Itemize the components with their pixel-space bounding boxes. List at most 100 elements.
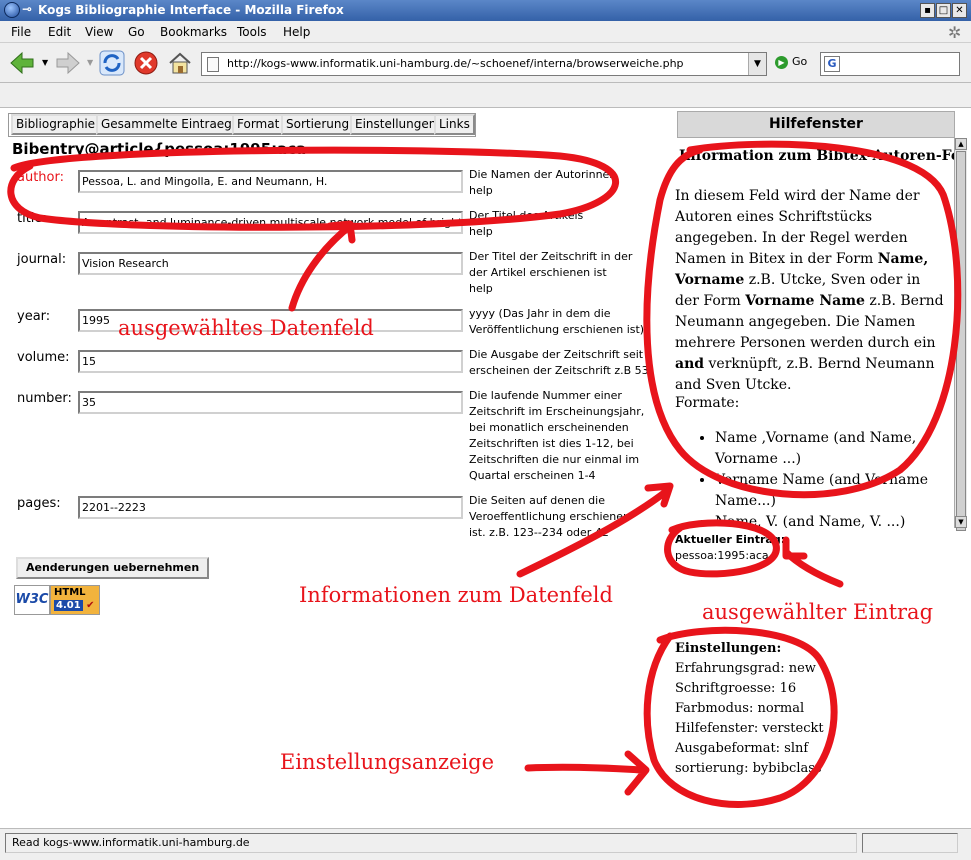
tab-gesammelte-eintraege[interactable]: Gesammelte Eintraege: [96, 114, 245, 135]
annotation-selected-field: ausgewähltes Datenfeld: [118, 316, 374, 340]
current-entry-label: Aktueller Eintrag: [675, 533, 781, 546]
navigation-toolbar: ▼ ▼ http://kogs-www.informatik.uni-hambu…: [0, 43, 971, 83]
stop-icon[interactable]: [133, 50, 159, 76]
menu-bar: File Edit View Go Bookmarks Tools Help ✲: [0, 21, 971, 43]
progress-panel: [862, 833, 958, 853]
firefox-icon: [4, 2, 20, 18]
menu-view[interactable]: View: [85, 25, 113, 39]
url-dropdown-icon[interactable]: ▼: [748, 53, 766, 75]
journal-help-link[interactable]: help: [469, 282, 493, 295]
setting-line: Farbmodus: normal: [675, 701, 805, 716]
author-help-link[interactable]: help: [469, 184, 493, 197]
arrow-to-settings: [524, 750, 650, 796]
forward-dropdown-icon[interactable]: ▼: [87, 58, 93, 67]
help-scrollbar[interactable]: ▲ ▼: [954, 138, 967, 531]
annotation-field-info: Informationen zum Datenfeld: [299, 583, 613, 607]
arrow-to-current-entry: [782, 536, 844, 588]
reload-icon[interactable]: [99, 50, 125, 76]
go-button[interactable]: ▶ Go: [775, 55, 807, 69]
author-help-text: Die Namen der Autorinnen: [469, 168, 617, 181]
title-help-link[interactable]: help: [469, 225, 493, 238]
pin-icon[interactable]: ⊸: [22, 2, 32, 16]
volume-help: Die Ausgabe der Zeitschrift seit erschei…: [469, 348, 649, 377]
page-icon: [207, 57, 219, 72]
w3c-logo: W3C: [14, 585, 50, 615]
help-panel-header: Hilfefenster: [677, 111, 955, 138]
annotation-settings-display: Einstellungsanzeige: [280, 750, 495, 774]
close-button[interactable]: ✕: [952, 3, 967, 18]
title-help-text: Der Titel des Artikels: [469, 209, 584, 222]
menu-go[interactable]: Go: [128, 25, 145, 39]
menu-bookmarks[interactable]: Bookmarks: [160, 25, 227, 39]
number-help: Die laufende Nummer einer Zeitschrift im…: [469, 389, 645, 482]
format-item: Vorname Name (and Vorname Name...): [715, 470, 945, 512]
menu-file[interactable]: File: [11, 25, 31, 39]
current-entry: Aktueller Eintrag: pessoa:1995:aca: [675, 533, 786, 562]
search-box[interactable]: G: [820, 52, 960, 76]
window-titlebar: ⊸ Kogs Bibliographie Interface - Mozilla…: [0, 0, 971, 21]
tab-links[interactable]: Links: [434, 114, 475, 135]
pages-label: pages:: [17, 496, 61, 511]
menu-help[interactable]: Help: [283, 25, 310, 39]
volume-input[interactable]: 15: [78, 350, 463, 373]
year-help: yyyy (Das Jahr in dem die Veröffentlichu…: [469, 307, 645, 336]
maximize-button[interactable]: □: [936, 3, 951, 18]
back-arrow-icon[interactable]: [9, 50, 35, 76]
apply-changes-button[interactable]: Aenderungen uebernehmen: [16, 557, 210, 579]
pages-input[interactable]: 2201--2223: [78, 496, 463, 519]
help-title: Information zum Bibtex-Autoren-Feld: [679, 148, 955, 164]
home-icon[interactable]: [167, 50, 193, 76]
window-title: Kogs Bibliographie Interface - Mozilla F…: [38, 3, 344, 17]
help-text-6: and: [675, 356, 705, 372]
forward-arrow-icon[interactable]: [55, 50, 81, 76]
tab-bibliographie[interactable]: Bibliographie: [11, 114, 101, 135]
settings-label: Einstellungen: [675, 641, 777, 656]
format-item: Name ,Vorname (and Name, Vorname ...): [715, 428, 945, 470]
scroll-thumb[interactable]: [956, 151, 966, 531]
go-label: Go: [792, 55, 808, 68]
status-bar: Read kogs-www.informatik.uni-hamburg.de: [0, 828, 971, 860]
formats-label: Formate:: [675, 395, 740, 411]
search-engine-icon[interactable]: G: [824, 56, 840, 72]
journal-input[interactable]: Vision Research: [78, 252, 463, 275]
menu-edit[interactable]: Edit: [48, 25, 71, 39]
scroll-down-icon[interactable]: ▼: [955, 516, 967, 528]
volume-label: volume:: [17, 350, 70, 365]
number-label: number:: [17, 391, 72, 406]
help-panel-content: Information zum Bibtex-Autoren-Feld In d…: [669, 138, 955, 528]
checkmark-icon: ✔: [86, 600, 95, 611]
tab-einstellungen[interactable]: Einstellungen: [350, 114, 442, 135]
formats-list: Name ,Vorname (and Name, Vorname ...) Vo…: [675, 428, 945, 528]
back-dropdown-icon[interactable]: ▼: [42, 58, 48, 67]
setting-line: Hilfefenster: versteckt: [675, 721, 824, 736]
setting-line: Ausgabeformat: slnf: [675, 741, 809, 756]
pages-help: Die Seiten auf denen die Veroeffentlichu…: [469, 494, 630, 539]
settings-display: Einstellungen: Erfahrungsgrad: new Schri…: [675, 641, 824, 776]
url-bar[interactable]: http://kogs-www.informatik.uni-hamburg.d…: [201, 52, 767, 76]
author-help: Die Namen der Autorinnen help: [469, 167, 649, 199]
url-text[interactable]: http://kogs-www.informatik.uni-hamburg.d…: [227, 57, 684, 70]
journal-help-text: Der Titel der Zeitschrift in der der Art…: [469, 250, 633, 279]
html-validator-label: HTML 4.01 ✔: [50, 585, 100, 615]
scroll-up-icon[interactable]: ▲: [955, 138, 967, 150]
title-help: Der Titel des Artikels help: [469, 208, 649, 240]
author-label: author:: [17, 170, 64, 185]
help-text-7: verknüpft, z.B. Bernd Neumann and Sven U…: [675, 356, 935, 393]
html-text: HTML: [54, 587, 86, 598]
title-input[interactable]: A contrast- and luminance-driven multisc…: [78, 211, 463, 234]
bookmarks-toolbar: [0, 83, 971, 108]
w3c-html-badge[interactable]: W3C HTML 4.01 ✔: [14, 585, 100, 615]
format-item: Name, V. (and Name, V. ...): [715, 512, 945, 528]
minimize-button[interactable]: ▪: [920, 3, 935, 18]
journal-help: Der Titel der Zeitschrift in der der Art…: [469, 249, 649, 297]
setting-line: Schriftgroesse: 16: [675, 681, 797, 696]
tab-format[interactable]: Format: [232, 114, 285, 135]
html-version: 4.01: [54, 600, 83, 611]
annotation-selected-entry: ausgewählter Eintrag: [702, 600, 934, 624]
help-paragraph: In diesem Feld wird der Name der Autoren…: [675, 186, 947, 396]
status-text: Read kogs-www.informatik.uni-hamburg.de: [5, 833, 857, 853]
tab-sortierung[interactable]: Sortierung: [281, 114, 355, 135]
number-input[interactable]: 35: [78, 391, 463, 414]
menu-tools[interactable]: Tools: [237, 25, 267, 39]
author-input[interactable]: Pessoa, L. and Mingolla, E. and Neumann,…: [78, 170, 463, 193]
